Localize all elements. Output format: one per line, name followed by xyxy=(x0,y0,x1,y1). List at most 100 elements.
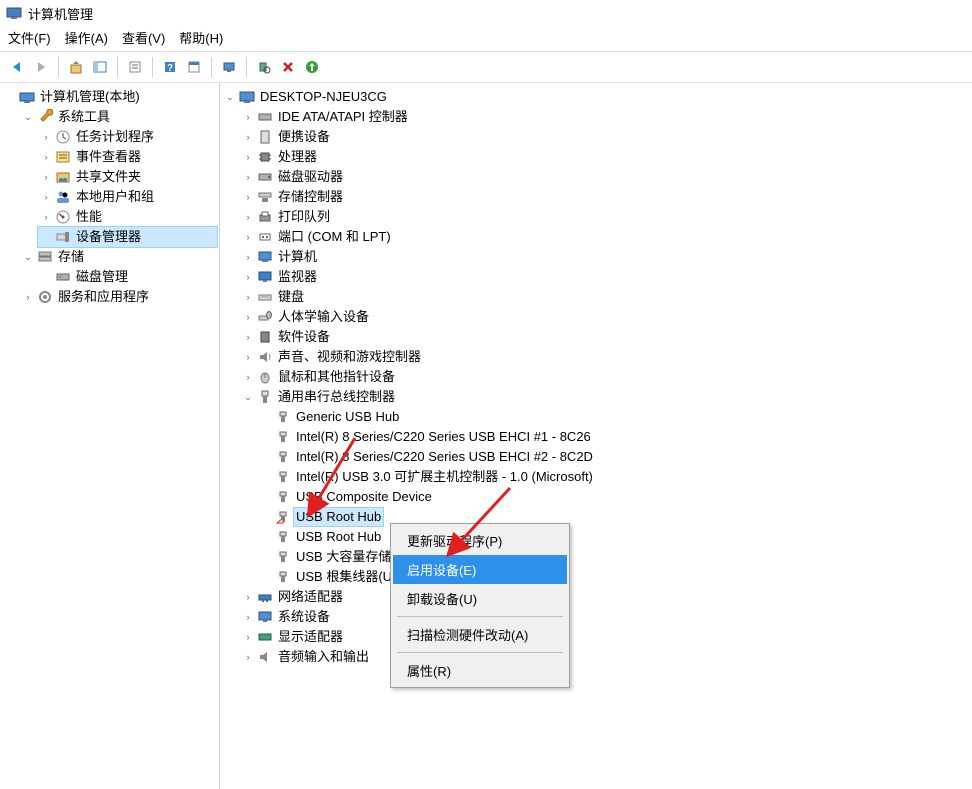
usb-icon xyxy=(275,409,291,425)
menu-file[interactable]: 文件(F) xyxy=(8,28,51,47)
expand-icon[interactable]: › xyxy=(40,171,52,183)
usb-ctrl-node[interactable]: ⌄通用串行总线控制器 xyxy=(240,387,970,407)
usb-item[interactable]: USB 根集线器(USB 3.0) xyxy=(258,567,970,587)
usb-item[interactable]: USB Root Hub xyxy=(258,527,970,547)
properties-button[interactable] xyxy=(124,56,146,78)
monitor-node[interactable]: ›监视器 xyxy=(240,267,970,287)
display-adapter-node[interactable]: ›显示适配器 xyxy=(240,627,970,647)
expand-icon[interactable]: › xyxy=(40,191,52,203)
collapse-icon[interactable]: ⌄ xyxy=(22,111,34,123)
computer-icon xyxy=(239,89,255,105)
local-users-node[interactable]: ›本地用户和组 xyxy=(38,187,217,207)
pc-icon xyxy=(257,249,273,265)
usb-icon xyxy=(275,549,291,565)
mouse-icon xyxy=(257,369,273,385)
menu-properties[interactable]: 属性(R) xyxy=(393,656,567,685)
storage-icon xyxy=(37,249,53,265)
printer-icon xyxy=(257,209,273,225)
usb-root-hub-disabled[interactable]: USB Root Hub xyxy=(258,507,970,527)
left-tree-pane: 计算机管理(本地) ⌄ 系统工具 ›任务计划程序 ›事件查看器 ›共享文件夹 xyxy=(0,83,220,789)
menu-update-driver[interactable]: 更新驱动程序(P) xyxy=(393,526,567,555)
clock-icon xyxy=(55,129,71,145)
wrench-icon xyxy=(37,109,53,125)
menu-help[interactable]: 帮助(H) xyxy=(179,28,223,47)
monitor-button[interactable] xyxy=(218,56,240,78)
sound-node[interactable]: ›声音、视频和游戏控制器 xyxy=(240,347,970,367)
disk-drive-node[interactable]: ›磁盘驱动器 xyxy=(240,167,970,187)
device-root-node[interactable]: ⌄ DESKTOP-NJEU3CG xyxy=(222,87,970,107)
usb-icon xyxy=(275,469,291,485)
device-manager-node[interactable]: 设备管理器 xyxy=(38,227,217,247)
keyboard-icon xyxy=(257,289,273,305)
disk-mgmt-node[interactable]: 磁盘管理 xyxy=(38,267,217,287)
remove-button[interactable] xyxy=(277,56,299,78)
sys-dev-node[interactable]: ›系统设备 xyxy=(240,607,970,627)
mouse-node[interactable]: ›鼠标和其他指针设备 xyxy=(240,367,970,387)
menu-scan-hardware[interactable]: 扫描检测硬件改动(A) xyxy=(393,620,567,649)
computer-node[interactable]: ›计算机 xyxy=(240,247,970,267)
forward-button[interactable] xyxy=(30,56,52,78)
usb-item[interactable]: USB 大容量存储设备 xyxy=(258,547,970,567)
portable-icon xyxy=(257,129,273,145)
menu-view[interactable]: 查看(V) xyxy=(122,28,165,47)
event-icon xyxy=(55,149,71,165)
menu-uninstall-device[interactable]: 卸载设备(U) xyxy=(393,584,567,613)
window-title: 计算机管理 xyxy=(28,4,93,23)
usb-item[interactable]: USB Composite Device xyxy=(258,487,970,507)
computer-mgmt-icon xyxy=(19,89,35,105)
audio-icon xyxy=(257,649,273,665)
software-icon xyxy=(257,329,273,345)
enable-button[interactable] xyxy=(301,56,323,78)
monitor-icon xyxy=(257,269,273,285)
collapse-icon[interactable]: ⌄ xyxy=(242,391,254,403)
software-dev-node[interactable]: ›软件设备 xyxy=(240,327,970,347)
event-viewer-node[interactable]: ›事件查看器 xyxy=(38,147,217,167)
usb-item[interactable]: Generic USB Hub xyxy=(258,407,970,427)
right-tree-pane: ⌄ DESKTOP-NJEU3CG ›IDE ATA/ATAPI 控制器 ›便携… xyxy=(220,83,972,789)
collapse-icon[interactable]: ⌄ xyxy=(224,91,236,103)
usb-icon xyxy=(275,489,291,505)
keyboard-node[interactable]: ›键盘 xyxy=(240,287,970,307)
usb-item[interactable]: Intel(R) 8 Series/C220 Series USB EHCI #… xyxy=(258,447,970,467)
panel-button[interactable] xyxy=(183,56,205,78)
scan-button[interactable] xyxy=(253,56,275,78)
system-tools-node[interactable]: ⌄ 系统工具 xyxy=(20,107,217,127)
usb-item[interactable]: Intel(R) USB 3.0 可扩展主机控制器 - 1.0 (Microso… xyxy=(258,467,970,487)
expand-icon[interactable]: › xyxy=(40,151,52,163)
storage-ctrl-node[interactable]: ›存储控制器 xyxy=(240,187,970,207)
ports-node[interactable]: ›端口 (COM 和 LPT) xyxy=(240,227,970,247)
menu-enable-device[interactable]: 启用设备(E) xyxy=(393,555,567,584)
usb-item[interactable]: Intel(R) 8 Series/C220 Series USB EHCI #… xyxy=(258,427,970,447)
cpu-node[interactable]: ›处理器 xyxy=(240,147,970,167)
up-button[interactable] xyxy=(65,56,87,78)
storage-node[interactable]: ⌄ 存储 xyxy=(20,247,217,267)
services-apps-node[interactable]: ›服务和应用程序 xyxy=(20,287,217,307)
ide-node[interactable]: ›IDE ATA/ATAPI 控制器 xyxy=(240,107,970,127)
shared-folders-node[interactable]: ›共享文件夹 xyxy=(38,167,217,187)
speaker-icon xyxy=(257,349,273,365)
performance-node[interactable]: ›性能 xyxy=(38,207,217,227)
services-icon xyxy=(37,289,53,305)
collapse-icon[interactable]: ⌄ xyxy=(22,251,34,263)
menu-action[interactable]: 操作(A) xyxy=(65,28,108,47)
disk-icon xyxy=(55,269,71,285)
root-node[interactable]: 计算机管理(本地) xyxy=(2,87,217,107)
expand-icon[interactable]: › xyxy=(22,291,34,303)
menu-separator xyxy=(397,616,563,617)
menu-bar: 文件(F) 操作(A) 查看(V) 帮助(H) xyxy=(0,26,972,51)
users-icon xyxy=(55,189,71,205)
hid-node[interactable]: ›人体学输入设备 xyxy=(240,307,970,327)
expand-icon[interactable]: › xyxy=(40,211,52,223)
display-adapter-icon xyxy=(257,629,273,645)
cpu-icon xyxy=(257,149,273,165)
hid-icon xyxy=(257,309,273,325)
print-queue-node[interactable]: ›打印队列 xyxy=(240,207,970,227)
audio-io-node[interactable]: ›音频输入和输出 xyxy=(240,647,970,667)
portable-node[interactable]: ›便携设备 xyxy=(240,127,970,147)
back-button[interactable] xyxy=(6,56,28,78)
task-scheduler-node[interactable]: ›任务计划程序 xyxy=(38,127,217,147)
expand-icon[interactable]: › xyxy=(40,131,52,143)
network-node[interactable]: ›网络适配器 xyxy=(240,587,970,607)
help-button[interactable]: ? xyxy=(159,56,181,78)
show-hide-button[interactable] xyxy=(89,56,111,78)
